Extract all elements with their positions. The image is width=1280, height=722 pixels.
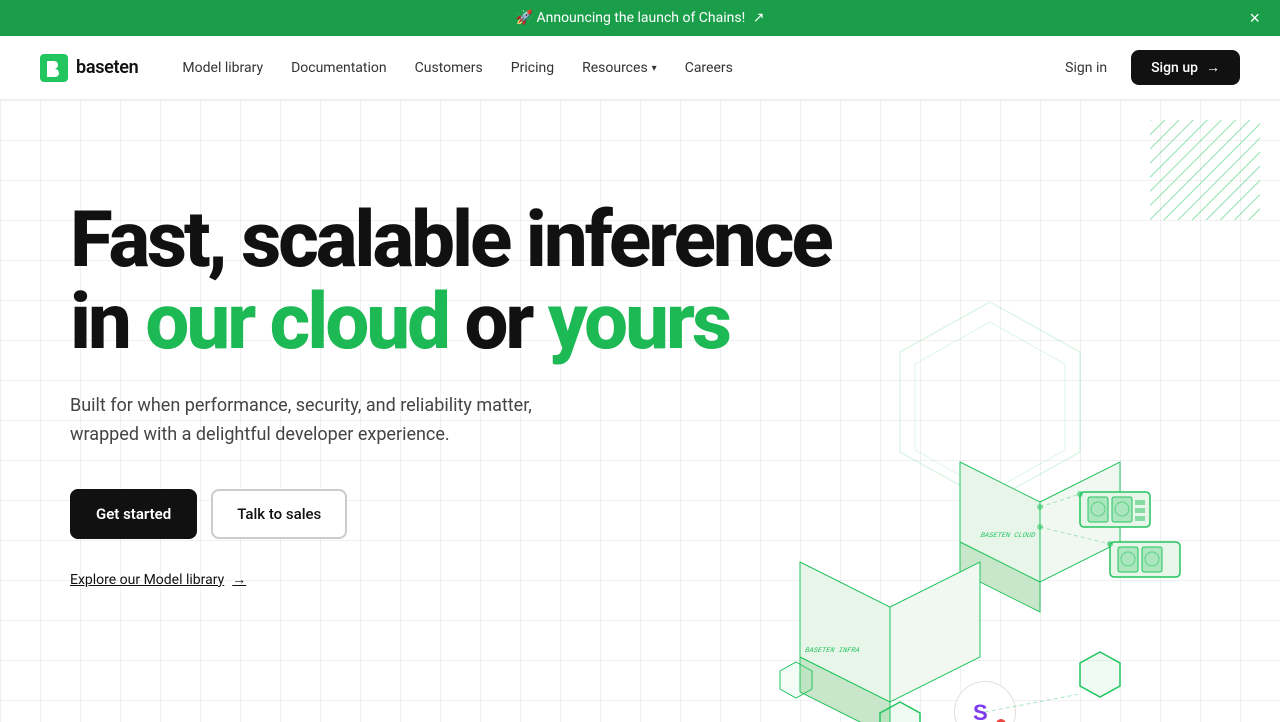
nav-link-model-library[interactable]: Model library [170, 52, 275, 84]
talk-to-sales-button[interactable]: Talk to sales [211, 489, 347, 539]
nav-link-careers[interactable]: Careers [673, 52, 745, 84]
nav-link-resources[interactable]: Resources ▾ [570, 52, 669, 84]
stripes-decoration [1150, 120, 1260, 220]
announcement-text: 🚀 Announcing the launch of Chains! ↗ [516, 10, 765, 26]
announcement-label: 🚀 Announcing the launch of Chains! [516, 10, 746, 26]
svg-text:S: S [973, 700, 988, 722]
arrow-right-icon: → [232, 571, 246, 588]
hero-title: Fast, scalable inference in our cloud or… [70, 200, 890, 364]
logo-icon [40, 54, 68, 82]
arrow-right-icon: → [1206, 59, 1220, 76]
hero-green-text-1: our cloud [145, 277, 448, 368]
hero-title-line1: Fast, scalable inference [70, 195, 831, 286]
explore-model-library-link[interactable]: Explore our Model library → [70, 571, 890, 588]
logo-link[interactable]: baseten [40, 54, 138, 82]
announcement-banner: 🚀 Announcing the launch of Chains! ↗ × [0, 0, 1280, 36]
navbar: baseten Model library Documentation Cust… [0, 36, 1280, 100]
logo-text: baseten [76, 57, 138, 78]
hero-buttons: Get started Talk to sales [70, 489, 890, 539]
nav-link-documentation[interactable]: Documentation [279, 52, 399, 84]
announcement-link-icon: ↗ [753, 10, 765, 26]
hero-subtitle: Built for when performance, security, an… [70, 392, 630, 450]
nav-actions: Sign in Sign up → [1049, 50, 1240, 85]
sign-up-button[interactable]: Sign up → [1131, 50, 1240, 85]
close-announcement-button[interactable]: × [1249, 9, 1260, 27]
hero-green-text-2: yours [548, 277, 729, 368]
hero-section: Fast, scalable inference in our cloud or… [0, 100, 1280, 722]
nav-link-pricing[interactable]: Pricing [499, 52, 566, 84]
sign-in-button[interactable]: Sign in [1049, 52, 1123, 84]
nav-links: Model library Documentation Customers Pr… [170, 52, 1049, 84]
get-started-button[interactable]: Get started [70, 489, 197, 539]
hero-content: Fast, scalable inference in our cloud or… [0, 100, 960, 648]
chevron-down-icon: ▾ [652, 63, 657, 74]
svg-text:BASETEN CLOUD: BASETEN CLOUD [979, 532, 1036, 540]
hero-title-line2: in our cloud or yours [70, 277, 729, 368]
nav-link-customers[interactable]: Customers [403, 52, 495, 84]
